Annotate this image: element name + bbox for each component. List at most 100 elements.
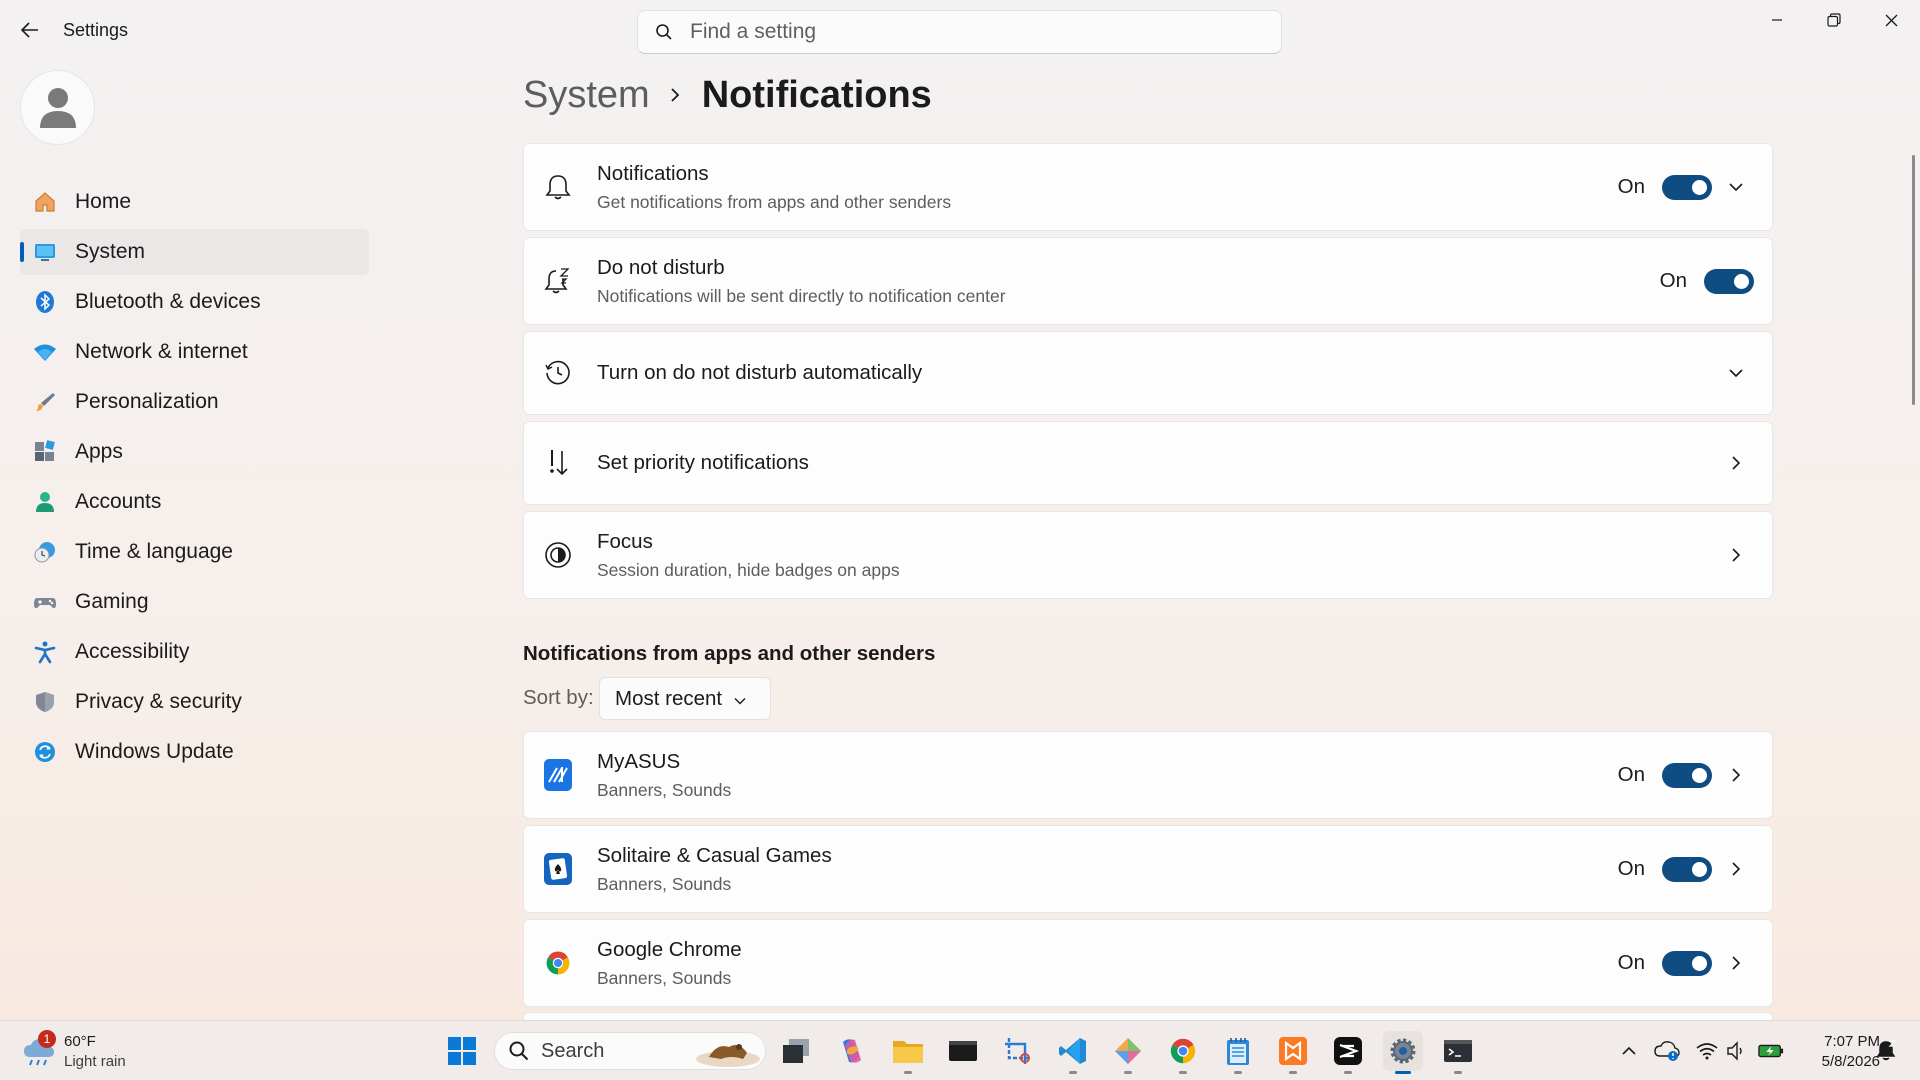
sidebar-item-time-language[interactable]: Time & language: [20, 529, 369, 575]
chevron-down-icon[interactable]: [1718, 169, 1754, 205]
app-row-myasus[interactable]: MyASUS Banners, Sounds On: [523, 731, 1773, 819]
sidebar-item-bluetooth[interactable]: Bluetooth & devices: [20, 279, 369, 325]
sidebar-item-label: Windows Update: [75, 740, 234, 763]
notifications-toggle[interactable]: [1662, 174, 1712, 200]
running-indicator: [1289, 1071, 1297, 1074]
setting-subtitle: Get notifications from apps and other se…: [597, 191, 952, 212]
auto-dnd-card[interactable]: Turn on do not disturb automatically: [523, 331, 1773, 415]
sidebar-item-label: Privacy & security: [75, 690, 242, 713]
chrome-app-icon: [544, 949, 572, 977]
notification-bell-icon[interactable]: [1873, 1038, 1899, 1064]
clock-icon: [544, 359, 572, 387]
dnd-controls: On: [1660, 268, 1754, 294]
sidebar-item-network[interactable]: Network & internet: [20, 329, 369, 375]
sidebar-item-system[interactable]: System: [20, 229, 369, 275]
breadcrumb-parent[interactable]: System: [523, 74, 650, 117]
app-title: Settings: [63, 20, 129, 40]
start-button[interactable]: [442, 1031, 482, 1071]
file-explorer-icon[interactable]: [888, 1031, 928, 1074]
chevron-right-icon[interactable]: [1718, 757, 1754, 793]
sidebar-item-apps[interactable]: Apps: [20, 429, 369, 475]
sidebar-item-accessibility[interactable]: Accessibility: [20, 629, 369, 675]
app-controls: On: [1618, 757, 1754, 793]
user-avatar[interactable]: [20, 70, 95, 145]
taskbar-search-label: Search: [541, 1039, 605, 1062]
chevron-up-icon[interactable]: [1616, 1038, 1642, 1064]
app-controls: On: [1618, 945, 1754, 981]
taskbar: 1 60°F Light rain Search 7:07 PM 5/8/202…: [0, 1020, 1920, 1080]
app-row-google-chrome[interactable]: Google Chrome Banners, Sounds On: [523, 919, 1773, 1007]
sort-dropdown[interactable]: Most recent: [599, 677, 771, 720]
sidebar-item-privacy-security[interactable]: Privacy & security: [20, 679, 369, 725]
gamepad-icon: [33, 590, 57, 614]
sidebar-item-label: Home: [75, 190, 132, 213]
taskbar-search[interactable]: Search: [494, 1032, 766, 1070]
notepad-icon[interactable]: [1218, 1031, 1258, 1074]
auto-dnd-controls: [1712, 355, 1754, 391]
volume-icon[interactable]: [1724, 1038, 1750, 1064]
wifi-tray-icon[interactable]: [1694, 1038, 1720, 1064]
solitaire-toggle[interactable]: [1662, 856, 1712, 882]
minimize-button[interactable]: [1749, 0, 1805, 40]
sidebar-item-label: Accessibility: [75, 640, 190, 663]
close-button[interactable]: [1863, 0, 1919, 40]
chevron-right-icon[interactable]: [1718, 537, 1754, 573]
sidebar-item-accounts[interactable]: Accounts: [20, 479, 369, 525]
auto-dnd-text: Turn on do not disturb automatically: [597, 361, 922, 385]
restore-button[interactable]: [1806, 0, 1862, 40]
xampp-icon[interactable]: [1273, 1031, 1313, 1074]
terminal-black-icon[interactable]: [943, 1031, 983, 1071]
search-input[interactable]: [690, 20, 1250, 44]
setting-title: Turn on do not disturb automatically: [597, 361, 923, 384]
notifications-card[interactable]: Notifications Get notifications from app…: [523, 143, 1773, 231]
notifications-controls: On: [1618, 169, 1754, 205]
dnd-toggle[interactable]: [1704, 268, 1754, 294]
apps-icon: [33, 440, 57, 464]
priority-notifications-card[interactable]: Set priority notifications: [523, 421, 1773, 505]
toggle-state-label: On: [1617, 951, 1645, 974]
dnd-text: Do not disturb Notifications will be sen…: [597, 256, 1006, 307]
sort-value: Most recent: [615, 686, 723, 710]
focus-card[interactable]: Focus Session duration, hide badges on a…: [523, 511, 1773, 599]
onedrive-icon[interactable]: [1654, 1038, 1680, 1064]
chevron-right-icon[interactable]: [1718, 851, 1754, 887]
sidebar-item-personalization[interactable]: Personalization: [20, 379, 369, 425]
home-icon: [33, 190, 57, 214]
vscode-icon[interactable]: [1053, 1031, 1093, 1074]
capcut-icon[interactable]: [1328, 1031, 1368, 1074]
bell-snooze-icon: [544, 267, 572, 295]
chrome-toggle[interactable]: [1662, 950, 1712, 976]
sidebar-item-windows-update[interactable]: Windows Update: [20, 729, 369, 775]
copilot-icon[interactable]: [832, 1031, 872, 1071]
settings-search-box[interactable]: [637, 10, 1282, 54]
myasus-toggle[interactable]: [1662, 762, 1712, 788]
app-text: MyASUS Banners, Sounds: [597, 750, 731, 801]
scrollbar[interactable]: [1912, 155, 1915, 405]
battery-charging-icon[interactable]: [1758, 1038, 1784, 1064]
clock-date: 5/8/2026: [1821, 1053, 1880, 1070]
windows-logo-icon: [448, 1037, 476, 1065]
settings-taskbar-icon[interactable]: [1383, 1031, 1423, 1074]
back-arrow-icon: [21, 22, 38, 38]
sidebar-nav: Home System Bluetooth & devices Network …: [20, 179, 369, 779]
chevron-right-icon[interactable]: [1718, 445, 1754, 481]
sidebar-item-label: Apps: [75, 440, 123, 463]
app-row-solitaire[interactable]: Solitaire & Casual Games Banners, Sounds…: [523, 825, 1773, 913]
back-button[interactable]: [16, 16, 44, 44]
app-text: Solitaire & Casual Games Banners, Sounds: [597, 844, 832, 895]
chrome-taskbar-icon[interactable]: [1163, 1031, 1203, 1074]
chevron-down-icon[interactable]: [1718, 355, 1754, 391]
sidebar-item-home[interactable]: Home: [20, 179, 369, 225]
running-indicator: [1179, 1071, 1187, 1074]
taskbar-clock[interactable]: 7:07 PM 5/8/2026: [1798, 1032, 1880, 1072]
terminal-icon[interactable]: [1438, 1031, 1478, 1074]
chevron-right-icon[interactable]: [1718, 945, 1754, 981]
snipping-tool-icon[interactable]: [998, 1031, 1038, 1071]
priority-controls: [1712, 445, 1754, 481]
sidebar-item-gaming[interactable]: Gaming: [20, 579, 369, 625]
weather-widget[interactable]: 1 60°F Light rain: [20, 1029, 150, 1073]
task-view-icon[interactable]: [776, 1031, 816, 1071]
paint-app-icon[interactable]: [1108, 1031, 1148, 1074]
toggle-state-label: On: [1617, 175, 1645, 198]
chevron-down-icon: [734, 687, 746, 711]
